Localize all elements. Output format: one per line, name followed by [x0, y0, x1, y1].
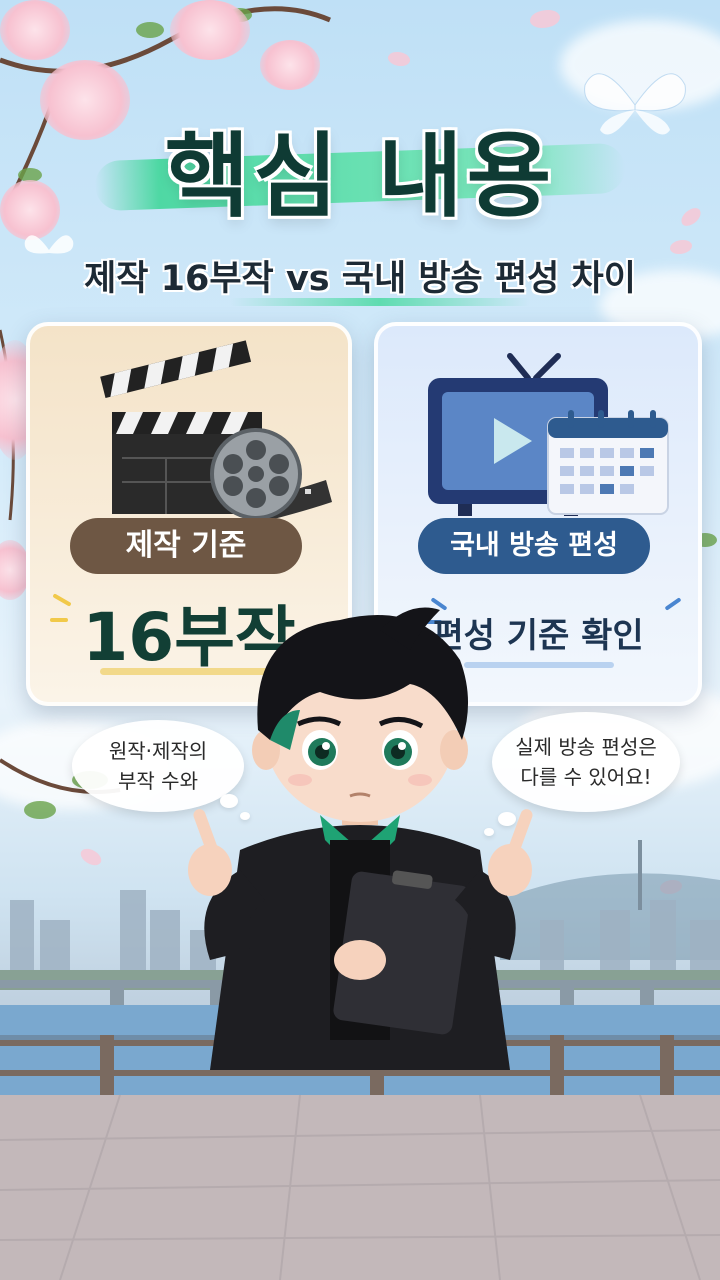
blossom [170, 0, 250, 60]
character-illustration [188, 607, 533, 1070]
tv-calendar-icon [428, 353, 669, 516]
blossom [0, 0, 70, 60]
production-standard-pill: 제작 기준 [70, 518, 302, 574]
blossom [260, 40, 320, 90]
subtitle-underline [230, 298, 530, 306]
title-block: 핵심 내용 [0, 92, 720, 232]
infographic-scene: 핵심 내용 제작 16부작 vs 국내 방송 편성 차이 제작 기준 16부작 … [0, 0, 720, 1280]
page-subtitle: 제작 16부작 vs 국내 방송 편성 차이 [84, 259, 636, 299]
broadcast-schedule-pill: 국내 방송 편성 [418, 518, 650, 574]
page-title: 핵심 내용 [164, 123, 556, 230]
clapperboard-film-reel-icon [100, 340, 332, 520]
